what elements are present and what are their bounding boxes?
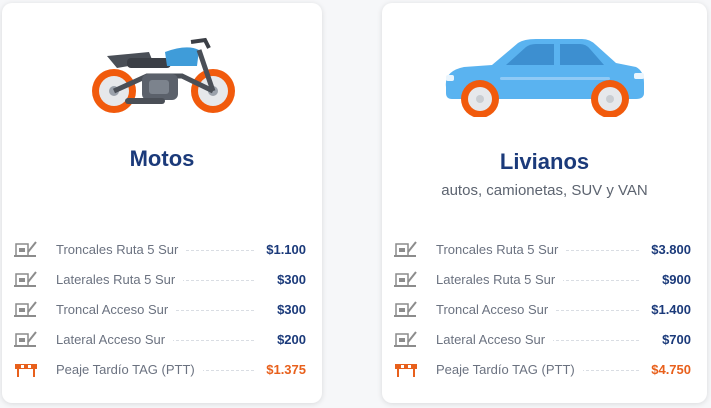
rate-label: Troncal Acceso Sur xyxy=(436,302,557,317)
toll-booth-icon xyxy=(394,270,418,288)
rate-row: Lateral Acceso Sur $200 xyxy=(14,327,306,357)
rate-label: Lateral Acceso Sur xyxy=(56,332,174,347)
toll-booth-icon xyxy=(394,240,418,258)
car-icon xyxy=(445,39,644,117)
vehicle-card-livianos: Livianos autos, camionetas, SUV y VAN Tr… xyxy=(382,3,707,403)
rate-price: $900 xyxy=(656,272,691,287)
rate-label: Peaje Tardío TAG (PTT) xyxy=(436,362,583,377)
toll-booth-icon xyxy=(14,330,38,348)
rate-price: $1.400 xyxy=(645,302,691,317)
rate-row: Peaje Tardío TAG (PTT) $4.750 xyxy=(394,357,691,387)
rate-row: Troncal Acceso Sur $1.400 xyxy=(394,297,691,327)
rate-label: Troncales Ruta 5 Sur xyxy=(436,242,567,257)
rate-price: $200 xyxy=(271,332,306,347)
rate-price: $300 xyxy=(271,272,306,287)
rate-price: $3.800 xyxy=(645,242,691,257)
rate-row: Laterales Ruta 5 Sur $300 xyxy=(14,267,306,297)
card-subtitle: autos, camionetas, SUV y VAN xyxy=(441,182,648,199)
rate-price: $4.750 xyxy=(645,362,691,377)
rate-list: Troncales Ruta 5 Sur $1.100 Laterales Ru… xyxy=(14,237,306,387)
motorcycle-icon xyxy=(92,37,235,113)
card-title: Livianos xyxy=(499,149,590,174)
rate-row: Troncales Ruta 5 Sur $1.100 xyxy=(14,237,306,267)
rate-row: Lateral Acceso Sur $700 xyxy=(394,327,691,357)
rate-label: Troncal Acceso Sur xyxy=(56,302,177,317)
toll-booth-icon xyxy=(394,330,418,348)
card-title: Motos xyxy=(129,146,195,171)
rate-row: Peaje Tardío TAG (PTT) $1.375 xyxy=(14,357,306,387)
rate-price: $1.375 xyxy=(260,362,306,377)
rate-price: $1.100 xyxy=(260,242,306,257)
rate-label: Lateral Acceso Sur xyxy=(436,332,554,347)
vehicle-card-motos: Motos Troncales Ruta 5 Sur $1.100 Latera… xyxy=(2,3,322,403)
toll-booth-icon xyxy=(394,300,418,318)
rate-row: Troncales Ruta 5 Sur $3.800 xyxy=(394,237,691,267)
barrier-icon xyxy=(394,360,418,378)
rate-row: Laterales Ruta 5 Sur $900 xyxy=(394,267,691,297)
barrier-icon xyxy=(14,360,38,378)
rate-label: Troncales Ruta 5 Sur xyxy=(56,242,187,257)
rate-list: Troncales Ruta 5 Sur $3.800 Laterales Ru… xyxy=(394,237,691,387)
rate-label: Peaje Tardío TAG (PTT) xyxy=(56,362,203,377)
rate-price: $300 xyxy=(271,302,306,317)
toll-booth-icon xyxy=(14,270,38,288)
toll-booth-icon xyxy=(14,300,38,318)
toll-booth-icon xyxy=(14,240,38,258)
rate-price: $700 xyxy=(656,332,691,347)
rate-label: Laterales Ruta 5 Sur xyxy=(56,272,184,287)
rate-row: Troncal Acceso Sur $300 xyxy=(14,297,306,327)
rate-label: Laterales Ruta 5 Sur xyxy=(436,272,564,287)
